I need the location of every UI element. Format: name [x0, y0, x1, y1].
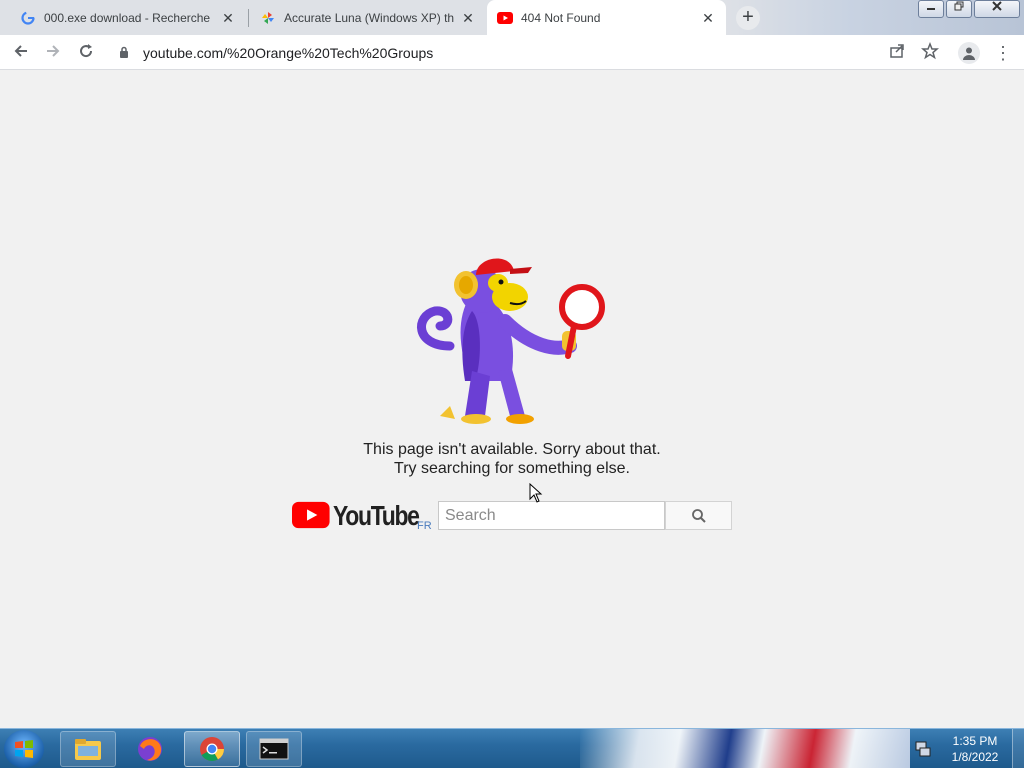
close-icon[interactable]: ✕: [460, 10, 476, 26]
window-controls: [918, 0, 1020, 18]
taskbar-explorer[interactable]: [60, 731, 116, 767]
share-icon[interactable]: [888, 42, 906, 60]
command-prompt-icon: [259, 738, 289, 760]
new-tab-button[interactable]: +: [736, 6, 760, 30]
close-icon[interactable]: ✕: [700, 10, 716, 26]
close-icon[interactable]: ✕: [220, 10, 236, 26]
error-message-line-1: This page isn't available. Sorry about t…: [363, 441, 661, 458]
folder-icon: [75, 739, 101, 760]
taskbar-chrome[interactable]: [184, 731, 240, 767]
chrome-icon: [200, 737, 224, 762]
taskbar-command-prompt[interactable]: [246, 731, 302, 767]
country-code: FR: [417, 520, 432, 532]
forward-arrow-icon[interactable]: [40, 40, 66, 66]
youtube-play-icon: [292, 501, 330, 529]
address-bar[interactable]: youtube.com/%20Orange%20Tech%20Groups: [107, 38, 915, 67]
system-clock[interactable]: 1:35 PM 1/8/2022: [940, 733, 1010, 765]
tab-google-search[interactable]: 000.exe download - Recherche G ✕: [10, 2, 246, 33]
tab-title: 000.exe download - Recherche G: [44, 10, 214, 25]
tab-separator: [248, 9, 249, 27]
tab-title: 404 Not Found: [521, 10, 601, 25]
profile-avatar-icon[interactable]: [958, 42, 980, 64]
start-button[interactable]: [4, 730, 44, 768]
url-text: youtube.com/%20Orange%20Tech%20Groups: [143, 44, 434, 61]
youtube-icon: [497, 10, 513, 26]
tab-404-not-found[interactable]: 404 Not Found ✕: [487, 0, 726, 35]
search-input[interactable]: [438, 501, 665, 530]
browser-toolbar: youtube.com/%20Orange%20Tech%20Groups ⋮: [0, 35, 1024, 70]
error-message: This page isn't available. Sorry about t…: [312, 440, 712, 478]
window-close-button[interactable]: [974, 0, 1020, 18]
windows-logo-icon: [15, 740, 33, 758]
tab-strip: 000.exe download - Recherche G ✕ Accurat…: [0, 0, 1024, 35]
taskbar-wallpaper-art: [580, 729, 910, 768]
youtube-logo[interactable]: YouTube FR: [292, 501, 437, 533]
google-icon: [20, 10, 36, 26]
network-icon[interactable]: [914, 740, 932, 758]
monkey-illustration: [417, 258, 605, 424]
clock-date: 1/8/2022: [951, 750, 999, 764]
taskbar-firefox[interactable]: [122, 731, 178, 767]
bookmark-star-icon[interactable]: [921, 41, 939, 60]
tab-title: Accurate Luna (Windows XP) the: [284, 10, 454, 25]
more-menu-icon[interactable]: ⋮: [994, 41, 1012, 65]
show-desktop-button[interactable]: [1012, 729, 1024, 768]
clock-time: 1:35 PM: [952, 734, 998, 748]
page-content: This page isn't available. Sorry about t…: [0, 71, 1024, 728]
tab-accurate-luna[interactable]: Accurate Luna (Windows XP) the ✕: [250, 2, 486, 33]
restore-button[interactable]: [946, 0, 972, 18]
back-arrow-icon[interactable]: [8, 40, 34, 66]
lock-icon[interactable]: [117, 46, 131, 60]
windows-taskbar: 1:35 PM 1/8/2022: [0, 728, 1024, 768]
mouse-cursor-icon: [529, 483, 543, 503]
search-button[interactable]: [665, 501, 732, 530]
minimize-button[interactable]: [918, 0, 944, 18]
error-message-line-2: Try searching for something else.: [394, 460, 630, 477]
search-icon: [691, 508, 706, 523]
firefox-icon: [138, 737, 162, 761]
pinwheel-icon: [260, 10, 276, 26]
reload-icon[interactable]: [73, 40, 99, 66]
youtube-wordmark: YouTube: [332, 500, 420, 531]
